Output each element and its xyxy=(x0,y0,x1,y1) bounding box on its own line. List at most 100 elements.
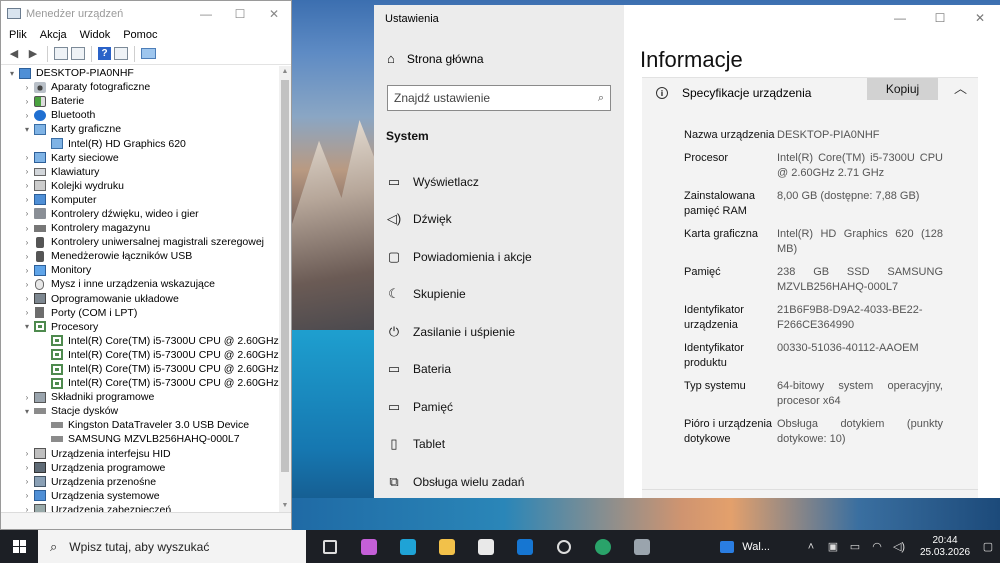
minimize-icon[interactable]: — xyxy=(189,7,223,21)
tree-item[interactable]: › Klawiatury xyxy=(1,165,279,179)
back-arrow-icon[interactable]: ◀ xyxy=(6,46,22,62)
copilot-icon[interactable] xyxy=(349,530,388,563)
collapsed-chevron-icon[interactable]: › xyxy=(22,491,32,500)
collapsed-chevron-icon[interactable]: › xyxy=(22,195,32,204)
meet-now-icon[interactable]: ▣ xyxy=(822,540,844,553)
edge-icon[interactable] xyxy=(388,530,427,563)
app-circle-icon[interactable] xyxy=(583,530,622,563)
expanded-chevron-icon[interactable]: ▾ xyxy=(22,125,32,134)
store-icon[interactable] xyxy=(466,530,505,563)
device-tree-scrollbar[interactable]: ▲ ▼ xyxy=(279,66,291,512)
tree-item[interactable]: › Urządzenia interfejsu HID xyxy=(1,447,279,461)
tree-item[interactable]: › Baterie xyxy=(1,94,279,108)
device-tree[interactable]: ▾ DESKTOP-PIA0NHF › Aparaty fotograficzne › B… xyxy=(1,66,279,512)
maximize-icon[interactable]: ☐ xyxy=(920,5,960,33)
tree-item[interactable]: › Kolejki wydruku xyxy=(1,179,279,193)
tree-item[interactable]: › Porty (COM i LPT) xyxy=(1,306,279,320)
notifications-icon[interactable]: ▢ xyxy=(976,540,1000,553)
tree-item[interactable]: › Aparaty fotograficzne xyxy=(1,80,279,94)
tree-item[interactable]: › Mysz i inne urządzenia wskazujące xyxy=(1,277,279,291)
collapsed-chevron-icon[interactable]: › xyxy=(22,266,32,275)
tree-item[interactable]: › Składniki programowe xyxy=(1,390,279,404)
tree-item[interactable]: › Urządzenia zabezpieczeń xyxy=(1,503,279,512)
tree-item[interactable]: › Bluetooth xyxy=(1,108,279,122)
scan-hardware-icon[interactable] xyxy=(141,48,156,59)
tree-item[interactable]: ▾ DESKTOP-PIA0NHF xyxy=(1,66,279,80)
menu-view[interactable]: Widok xyxy=(80,29,111,41)
collapsed-chevron-icon[interactable]: › xyxy=(22,477,32,486)
tree-item[interactable]: Intel(R) Core(TM) i5-7300U CPU @ 2.60GHz xyxy=(1,376,279,390)
settings-search-input[interactable]: Znajdź ustawienie ⌕ xyxy=(387,85,611,111)
settings-nav-item[interactable]: ▢ Powiadomienia i akcje xyxy=(374,238,624,276)
tree-item[interactable]: › Komputer xyxy=(1,193,279,207)
expanded-chevron-icon[interactable]: ▾ xyxy=(22,322,32,331)
menu-help[interactable]: Pomoc xyxy=(123,29,157,41)
collapsed-chevron-icon[interactable]: › xyxy=(22,449,32,458)
collapsed-chevron-icon[interactable]: › xyxy=(22,167,32,176)
clock[interactable]: 20:44 25.03.2026 xyxy=(914,535,976,559)
maximize-icon[interactable]: ☐ xyxy=(223,7,257,21)
close-icon[interactable]: ✕ xyxy=(960,5,1000,33)
file-explorer-icon[interactable] xyxy=(427,530,466,563)
menu-file[interactable]: Plik xyxy=(9,29,27,41)
settings-nav-item[interactable]: ☾ Skupienie xyxy=(374,276,624,314)
settings-nav-item[interactable]: ▭ Wyświetlacz xyxy=(374,163,624,201)
close-icon[interactable]: ✕ xyxy=(257,7,291,21)
tree-item[interactable]: Intel(R) Core(TM) i5-7300U CPU @ 2.60GHz xyxy=(1,362,279,376)
collapsed-chevron-icon[interactable]: › xyxy=(22,238,32,247)
collapsed-chevron-icon[interactable]: › xyxy=(22,280,32,289)
tree-item[interactable]: › Urządzenia programowe xyxy=(1,461,279,475)
home-link[interactable]: ⌂ Strona główna xyxy=(387,51,484,66)
collapsed-chevron-icon[interactable]: › xyxy=(22,111,32,120)
tree-item[interactable]: SAMSUNG MZVLB256HAHQ-000L7 xyxy=(1,432,279,446)
settings-nav-item[interactable]: ▭ Pamięć xyxy=(374,388,624,426)
settings-window[interactable]: Ustawienia ⌂ Strona główna Znajdź ustawi… xyxy=(374,5,1000,498)
tree-item[interactable]: Intel(R) Core(TM) i5-7300U CPU @ 2.60GHz xyxy=(1,334,279,348)
battery-icon[interactable]: ▭ xyxy=(844,540,866,553)
chevron-up-icon[interactable]: ˄ xyxy=(800,541,822,553)
outlook-icon[interactable] xyxy=(505,530,544,563)
tree-item[interactable]: › Karty sieciowe xyxy=(1,151,279,165)
settings-nav-item[interactable]: ▯ Tablet xyxy=(374,426,624,464)
collapsed-chevron-icon[interactable]: › xyxy=(22,97,32,106)
wifi-icon[interactable]: ◠ xyxy=(866,540,888,553)
device-manager-titlebar[interactable]: Menedżer urządzeń — ☐ ✕ xyxy=(1,1,291,26)
tree-item[interactable]: › Kontrolery magazynu xyxy=(1,221,279,235)
taskbar-search-box[interactable]: ⌕ Wpisz tutaj, aby wyszukać xyxy=(38,530,306,563)
volume-icon[interactable]: ◁) xyxy=(888,540,910,553)
tree-item[interactable]: ▾ Stacje dysków xyxy=(1,404,279,418)
tree-item[interactable]: › Urządzenia przenośne xyxy=(1,475,279,489)
expanded-chevron-icon[interactable]: ▾ xyxy=(7,69,17,78)
settings-nav-item[interactable]: ▭ Bateria xyxy=(374,351,624,389)
tree-item[interactable]: Kingston DataTraveler 3.0 USB Device xyxy=(1,418,279,432)
minimize-icon[interactable]: — xyxy=(880,5,920,33)
tree-item[interactable]: ▾ Procesory xyxy=(1,320,279,334)
collapsed-chevron-icon[interactable]: › xyxy=(22,308,32,317)
weather-widget[interactable]: Wal... xyxy=(720,540,770,553)
properties-icon[interactable] xyxy=(54,47,68,60)
tree-item[interactable]: › Oprogramowanie układowe xyxy=(1,292,279,306)
list-view-icon[interactable] xyxy=(71,47,85,60)
details-view-icon[interactable] xyxy=(114,47,128,60)
chevron-up-icon[interactable]: ︿ xyxy=(954,78,967,97)
settings-icon[interactable] xyxy=(544,530,583,563)
collapsed-chevron-icon[interactable]: › xyxy=(22,209,32,218)
task-view-icon[interactable] xyxy=(310,530,349,563)
device-manager-icon[interactable] xyxy=(622,530,661,563)
scroll-up-icon[interactable]: ▲ xyxy=(279,66,291,78)
tree-item[interactable]: Intel(R) HD Graphics 620 xyxy=(1,136,279,150)
settings-nav-item[interactable]: ◁) Dźwięk xyxy=(374,201,624,239)
copy-button[interactable]: Kopiuj xyxy=(867,78,938,100)
start-button[interactable] xyxy=(0,530,38,563)
collapsed-chevron-icon[interactable]: › xyxy=(22,252,32,261)
tree-item[interactable]: › Menedżerowie łączników USB xyxy=(1,249,279,263)
collapsed-chevron-icon[interactable]: › xyxy=(22,83,32,92)
collapsed-chevron-icon[interactable]: › xyxy=(22,393,32,402)
settings-nav-item[interactable]: ⏻ Zasilanie i uśpienie xyxy=(374,313,624,351)
search-icon[interactable]: ⌕ xyxy=(598,92,604,105)
tree-item[interactable]: ▾ Karty graficzne xyxy=(1,122,279,136)
tree-item[interactable]: › Urządzenia systemowe xyxy=(1,489,279,503)
collapsed-chevron-icon[interactable]: › xyxy=(22,153,32,162)
scroll-down-icon[interactable]: ▼ xyxy=(279,500,291,512)
device-manager-window[interactable]: Menedżer urządzeń — ☐ ✕ Plik Akcja Widok… xyxy=(0,0,292,530)
